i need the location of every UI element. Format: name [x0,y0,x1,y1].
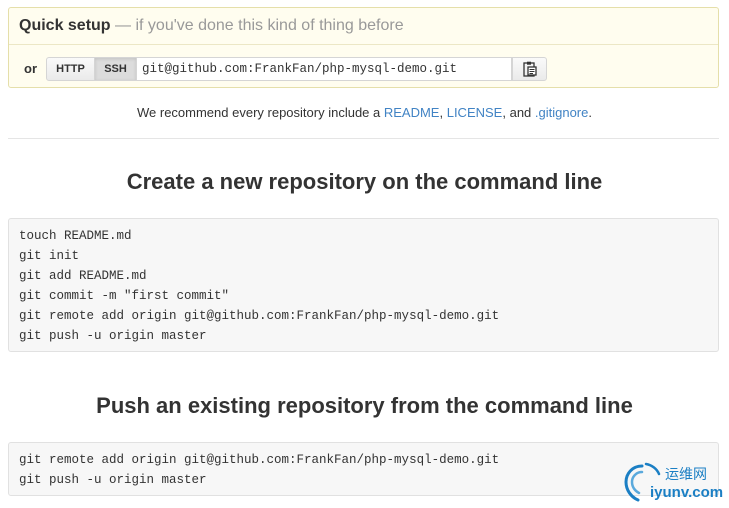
recommend-sep2: , and [502,105,535,120]
existing-repo-code-block[interactable]: git remote add origin git@github.com:Fra… [8,442,719,496]
new-repo-code-block[interactable]: touch README.md git init git add README.… [8,218,719,352]
clone-url-input[interactable]: git@github.com:FrankFan/php-mysql-demo.g… [137,57,512,81]
clipboard-icon [522,61,537,77]
copy-url-button[interactable] [512,57,547,81]
quick-setup-subtitle: — if you've done this kind of thing befo… [110,17,404,34]
code-line: git remote add origin git@github.com:Fra… [19,453,500,467]
gitignore-link[interactable]: .gitignore [535,105,588,120]
code-line: git remote add origin git@github.com:Fra… [19,309,500,323]
section-divider [8,138,719,139]
watermark: 运维网 iyunv.com [622,460,727,504]
recommend-prefix: We recommend every repository include a [136,105,384,120]
code-line: git push -u origin master [19,473,207,487]
code-line: git push -u origin master [19,329,207,343]
http-button[interactable]: HTTP [46,57,95,81]
new-repo-heading: Create a new repository on the command l… [126,169,603,194]
code-line: git commit -m "first commit" [19,289,230,303]
ssh-button[interactable]: SSH [95,57,137,81]
code-line: touch README.md [19,229,132,243]
protocol-selector: HTTP SSH git@github.com:FrankFan/php-mys… [46,57,512,81]
recommend-sep1: , [439,105,447,120]
recommend-text: We recommend every repository include a … [0,105,729,120]
existing-repo-heading: Push an existing repository from the com… [96,393,633,418]
code-line: git add README.md [19,269,147,283]
readme-link[interactable]: README [384,105,440,120]
quick-setup-header: Quick setup — if you've done this kind o… [9,8,718,45]
code-line: git init [19,249,80,263]
recommend-suffix: . [588,105,592,120]
license-link[interactable]: LICENSE [447,105,503,120]
watermark-cn-text: 运维网 [665,466,707,482]
watermark-en-text: iyunv.com [650,484,724,501]
or-label: or [24,61,37,76]
clone-url-row: or HTTP SSH git@github.com:FrankFan/php-… [9,45,718,88]
quick-setup-title: Quick setup [19,17,111,34]
quick-setup-panel: Quick setup — if you've done this kind o… [8,7,719,88]
